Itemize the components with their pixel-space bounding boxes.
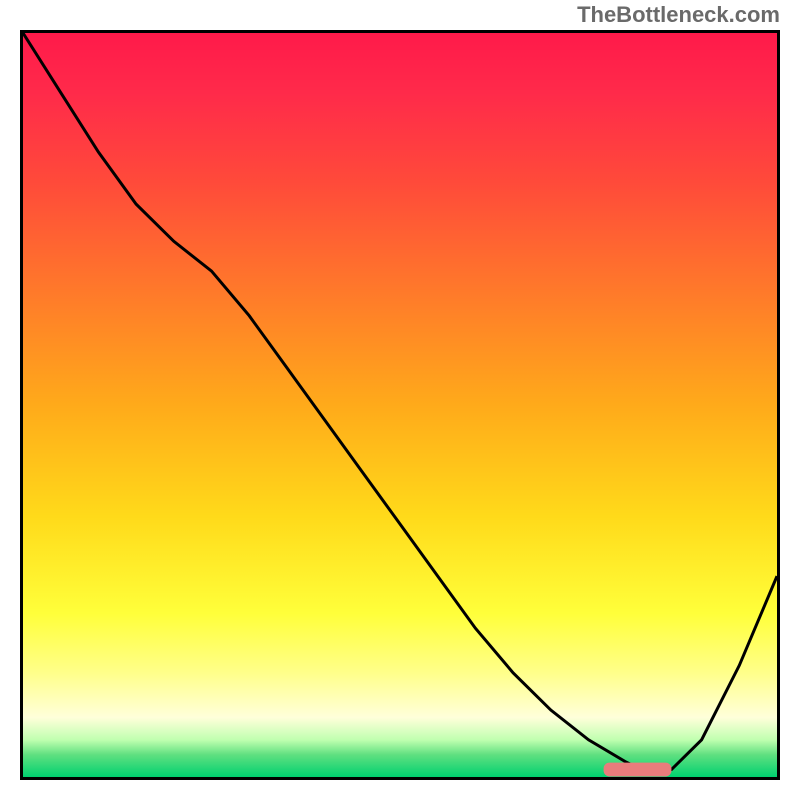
bottleneck-curve [23, 33, 777, 770]
watermark-text: TheBottleneck.com [577, 2, 780, 28]
curve-svg [23, 33, 777, 777]
minimum-marker [604, 763, 672, 777]
plot-area [20, 30, 780, 780]
bottleneck-chart: TheBottleneck.com [0, 0, 800, 800]
